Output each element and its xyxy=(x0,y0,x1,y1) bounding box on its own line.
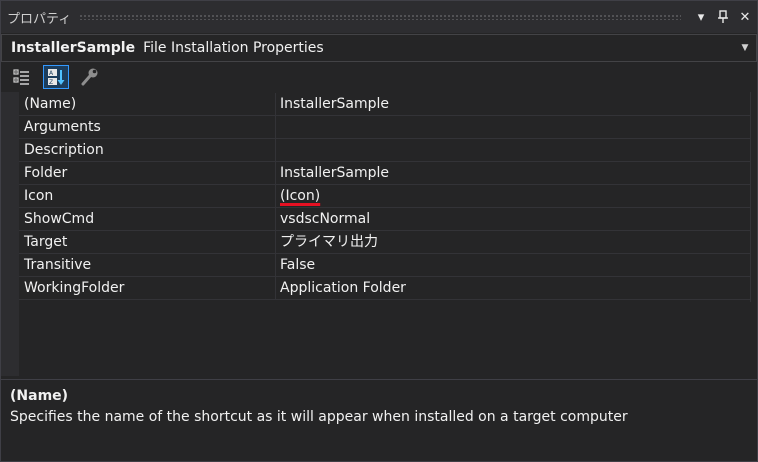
alphabetical-icon: A Z xyxy=(48,69,65,86)
property-name[interactable]: WorkingFolder xyxy=(19,277,276,299)
toolbar: A Z xyxy=(1,63,757,91)
property-row[interactable]: (Name) InstallerSample xyxy=(19,93,750,116)
close-icon[interactable]: ✕ xyxy=(735,7,755,27)
property-value[interactable]: (Icon) xyxy=(276,185,750,207)
property-row[interactable]: Arguments xyxy=(19,116,750,139)
title-bar[interactable]: プロパティ ▾ ✕ xyxy=(1,1,757,33)
chevron-down-icon[interactable]: ▼ xyxy=(734,43,756,53)
object-selector[interactable]: InstallerSample File Installation Proper… xyxy=(1,34,757,62)
property-value[interactable]: vsdscNormal xyxy=(276,208,750,230)
description-panel: (Name) Specifies the name of the shortcu… xyxy=(1,379,757,461)
wrench-icon xyxy=(81,68,98,86)
object-type: File Installation Properties xyxy=(143,40,324,56)
property-name[interactable]: (Name) xyxy=(19,93,276,115)
property-value[interactable]: False xyxy=(276,254,750,276)
grid-gutter xyxy=(1,92,19,376)
icon-value-text[interactable]: (Icon) xyxy=(280,188,320,204)
property-row[interactable]: Icon (Icon) xyxy=(19,185,750,208)
description-text: Specifies the name of the shortcut as it… xyxy=(10,409,628,425)
property-row[interactable]: ShowCmd vsdscNormal xyxy=(19,208,750,231)
property-name[interactable]: Target xyxy=(19,231,276,253)
property-value[interactable]: InstallerSample xyxy=(276,93,750,115)
property-value[interactable]: InstallerSample xyxy=(276,162,750,184)
property-row[interactable]: Transitive False xyxy=(19,254,750,277)
description-title: (Name) xyxy=(10,388,69,404)
categorized-button[interactable] xyxy=(9,65,35,89)
title-grip[interactable] xyxy=(79,14,681,20)
property-rows: (Name) InstallerSample Arguments Descrip… xyxy=(19,93,750,300)
grid-divider xyxy=(750,92,751,302)
property-name[interactable]: Description xyxy=(19,139,276,161)
pin-icon[interactable] xyxy=(713,7,733,27)
property-row[interactable]: Target プライマリ出力 xyxy=(19,231,750,254)
property-value[interactable]: プライマリ出力 xyxy=(276,231,750,253)
window-title: プロパティ xyxy=(7,11,72,27)
property-name[interactable]: Icon xyxy=(19,185,276,207)
property-grid: (Name) InstallerSample Arguments Descrip… xyxy=(1,92,757,376)
properties-window: プロパティ ▾ ✕ InstallerSample File Installat… xyxy=(0,0,758,462)
property-name[interactable]: ShowCmd xyxy=(19,208,276,230)
property-pages-button[interactable] xyxy=(77,65,103,89)
object-name: InstallerSample xyxy=(11,40,136,56)
property-value[interactable] xyxy=(276,139,750,161)
window-position-dropdown-icon[interactable]: ▾ xyxy=(691,7,711,27)
property-name[interactable]: Transitive xyxy=(19,254,276,276)
property-name[interactable]: Folder xyxy=(19,162,276,184)
alphabetical-button[interactable]: A Z xyxy=(43,65,69,89)
property-name[interactable]: Arguments xyxy=(19,116,276,138)
property-value[interactable]: Application Folder xyxy=(276,277,750,299)
categorized-icon xyxy=(13,69,29,85)
property-row[interactable]: WorkingFolder Application Folder xyxy=(19,277,750,300)
property-row[interactable]: Description xyxy=(19,139,750,162)
property-row[interactable]: Folder InstallerSample xyxy=(19,162,750,185)
property-value[interactable] xyxy=(276,116,750,138)
svg-text:Z: Z xyxy=(49,79,53,86)
